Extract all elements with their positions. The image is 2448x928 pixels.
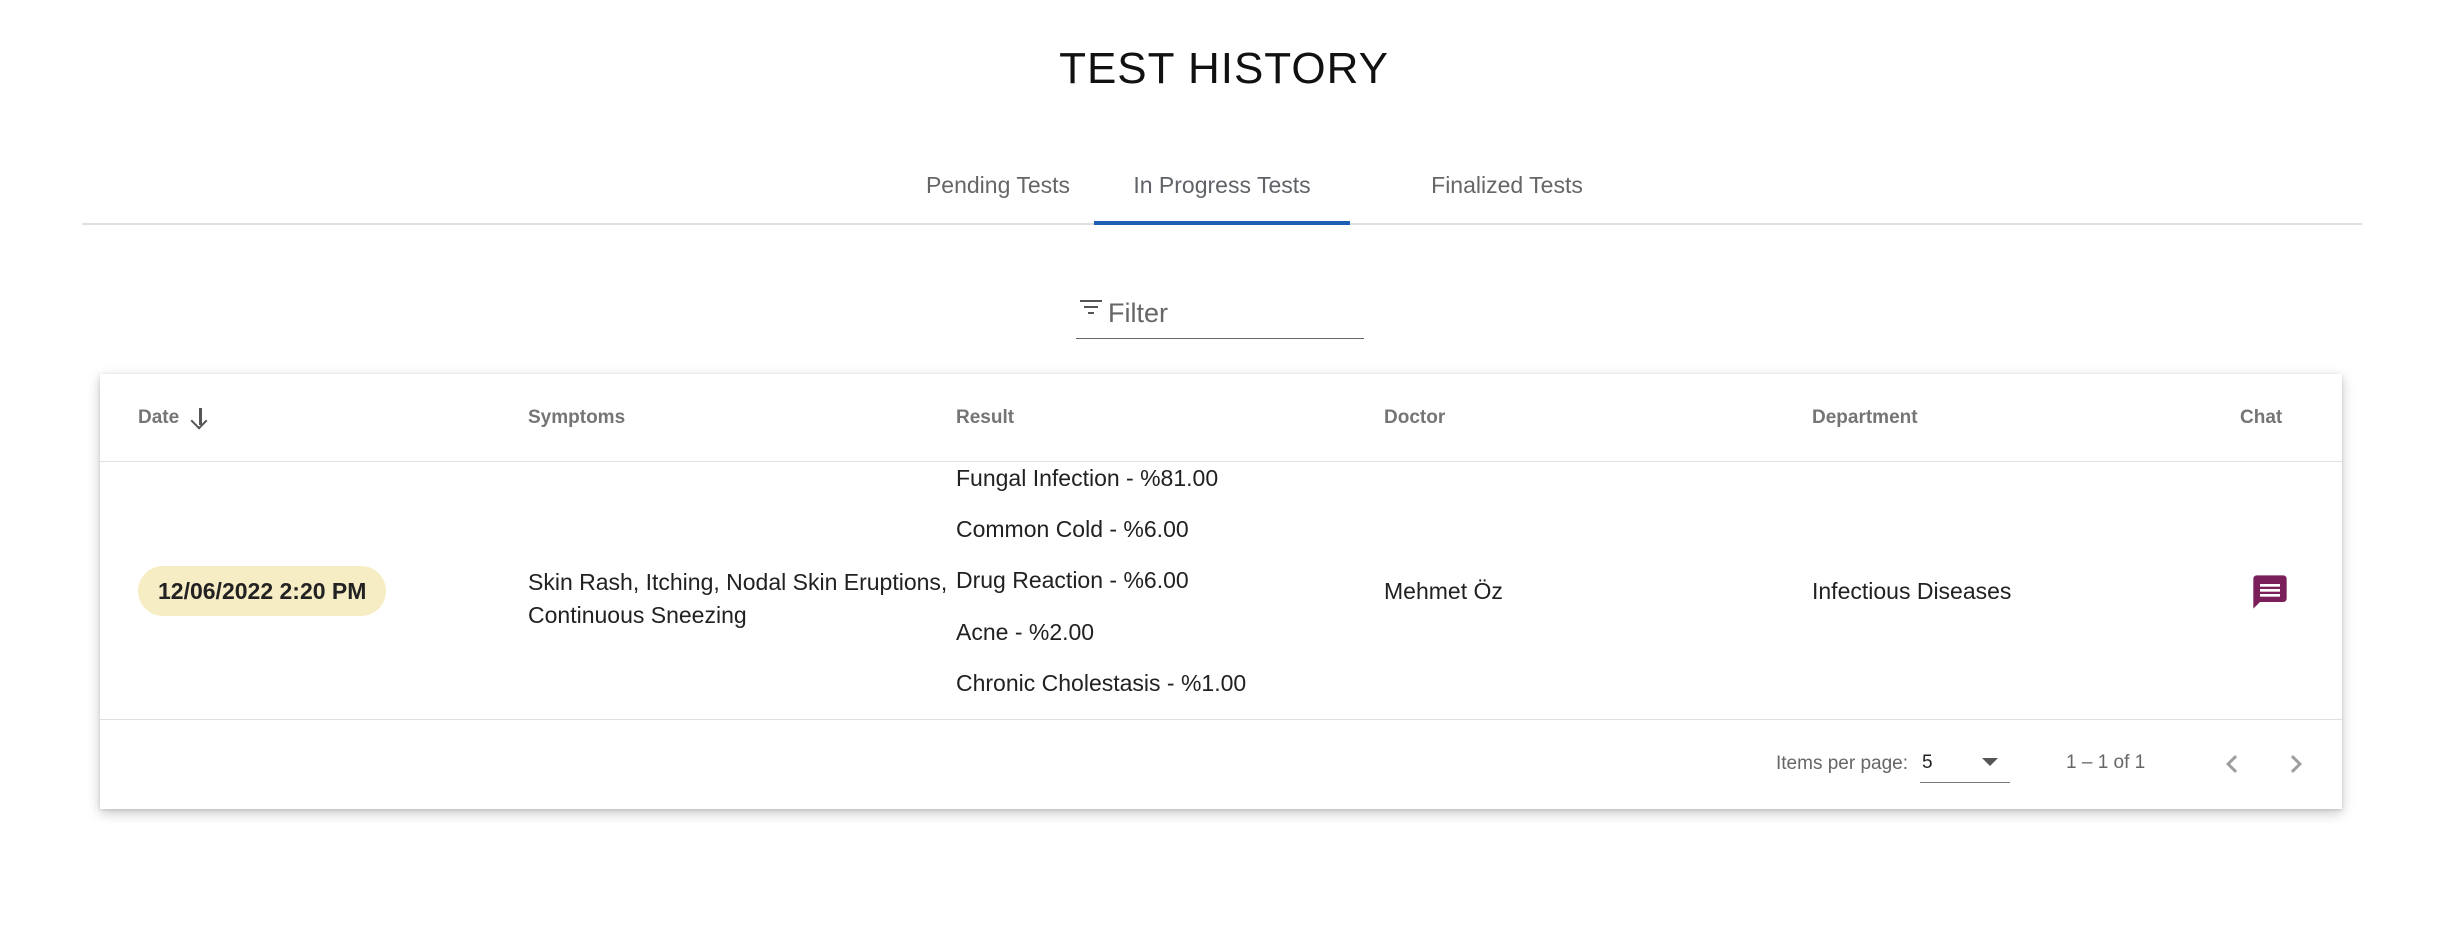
items-per-page-label: Items per page:: [1776, 753, 1909, 774]
chevron-right-icon: [2290, 755, 2302, 773]
date-chip: 12/06/2022 2:20 PM: [138, 566, 387, 616]
column-header-label: Doctor: [1384, 406, 1446, 428]
column-header-chat: Chat: [2240, 374, 2282, 461]
column-header-label: Chat: [2240, 406, 2283, 428]
doctor-cell: Mehmet Öz: [1384, 578, 1503, 604]
items-per-page-select[interactable]: 5: [1920, 742, 2010, 783]
result-item: Drug Reaction - %6.00: [956, 567, 1189, 593]
column-header-symptoms: Symptoms: [528, 374, 625, 461]
tab-in-progress-tests[interactable]: In Progress Tests: [1094, 148, 1350, 225]
filter-input[interactable]: [1108, 294, 1358, 332]
previous-page-button[interactable]: [2214, 746, 2250, 782]
range-label: 1 – 1 of 1: [2066, 752, 2146, 773]
filter-list-icon: [1080, 300, 1102, 318]
chat-button[interactable]: [2250, 572, 2290, 612]
column-header-label: Date: [138, 406, 180, 428]
result-item: Common Cold - %6.00: [956, 516, 1189, 542]
items-per-page-value: 5: [1922, 752, 1933, 773]
column-header-date[interactable]: Date: [138, 374, 209, 461]
chat-icon: [2253, 575, 2287, 609]
tab-label: Finalized Tests: [1431, 172, 1583, 198]
column-header-label: Result: [956, 406, 1015, 428]
table-row[interactable]: 12/06/2022 2:20 PM Skin Rash, Itching, N…: [100, 462, 2342, 720]
filter-field[interactable]: [1076, 290, 1364, 339]
page-title: TEST HISTORY: [1059, 44, 1389, 93]
column-header-department: Department: [1812, 374, 1918, 461]
table-header-row: Date Symptoms Result Doctor Department C…: [100, 374, 2342, 462]
column-header-doctor: Doctor: [1384, 374, 1445, 461]
tab-label: In Progress Tests: [1133, 172, 1311, 198]
arrow-downward-icon: [190, 407, 209, 429]
tab-finalized-tests[interactable]: Finalized Tests: [1382, 148, 1632, 223]
column-header-label: Department: [1812, 406, 1918, 428]
symptoms-cell: Skin Rash, Itching, Nodal Skin Eruptions…: [528, 569, 948, 628]
column-header-label: Symptoms: [528, 406, 626, 428]
result-item: Chronic Cholestasis - %1.00: [956, 670, 1247, 696]
paginator: Items per page: 5 1 – 1 of 1: [100, 720, 2342, 809]
page: TEST HISTORY Pending Tests In Progress T…: [0, 0, 2448, 928]
tab-pending-tests[interactable]: Pending Tests: [866, 148, 1130, 223]
result-item: Acne - %2.00: [956, 619, 1095, 645]
column-header-result: Result: [956, 374, 1014, 461]
next-page-button[interactable]: [2278, 746, 2314, 782]
test-history-table: Date Symptoms Result Doctor Department C…: [100, 374, 2342, 809]
result-item: Fungal Infection - %81.00: [956, 465, 1219, 491]
dropdown-arrow-icon: [1982, 758, 1998, 766]
department-cell: Infectious Diseases: [1812, 578, 2012, 604]
tab-label: Pending Tests: [925, 172, 1071, 198]
chevron-left-icon: [2226, 755, 2238, 773]
tab-bar: Pending Tests In Progress Tests Finalize…: [82, 148, 2362, 225]
